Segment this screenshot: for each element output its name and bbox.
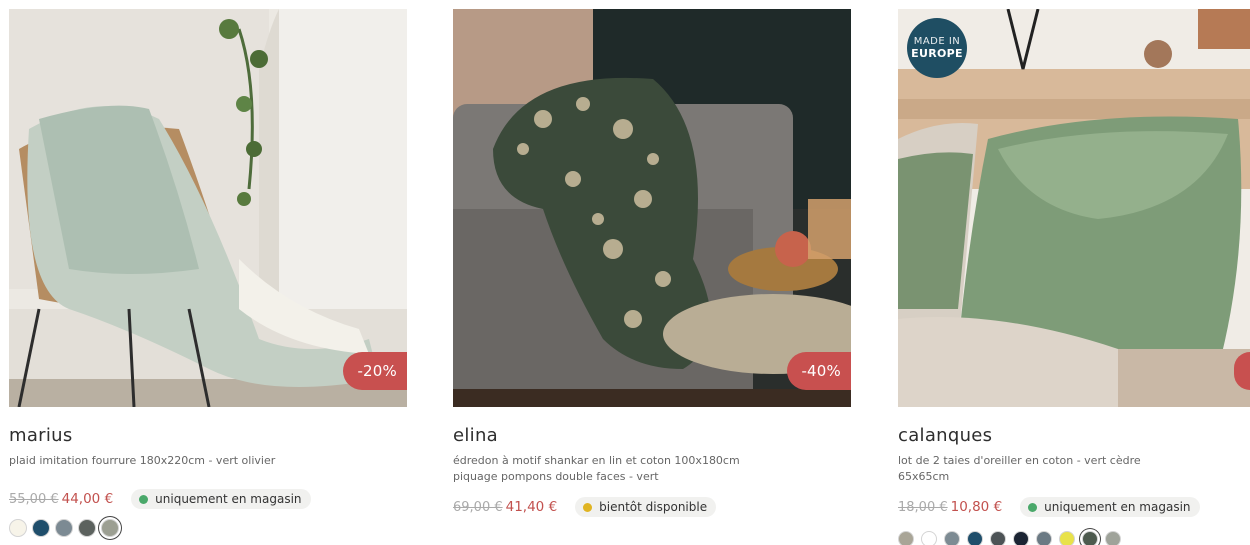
product-card-marius[interactable]: -20% marius plaid imitation fourrure 180…: [9, 9, 407, 537]
color-swatch[interactable]: [78, 519, 96, 537]
color-swatch[interactable]: [1105, 531, 1121, 545]
price-row: 69,00 € 41,40 € bientôt disponible: [453, 497, 851, 517]
color-swatch-selected[interactable]: [101, 519, 119, 537]
color-swatch[interactable]: [32, 519, 50, 537]
color-swatch[interactable]: [967, 531, 983, 545]
made-in-europe-badge: MADE IN EUROPE: [907, 18, 967, 78]
discount-badge: -40%: [787, 352, 851, 390]
product-name[interactable]: calanques: [898, 425, 1250, 446]
price-row: 55,00 € 44,00 € uniquement en magasin: [9, 489, 407, 509]
availability-label: uniquement en magasin: [1044, 500, 1191, 514]
color-swatch[interactable]: [921, 531, 937, 545]
availability-label: uniquement en magasin: [155, 492, 302, 506]
product-description-line: piquage pompons double faces - vert: [453, 470, 659, 483]
old-price: 18,00 €: [898, 499, 948, 515]
availability-label: bientôt disponible: [599, 500, 708, 514]
color-swatch[interactable]: [1013, 531, 1029, 545]
product-name[interactable]: elina: [453, 425, 851, 446]
product-description-line: 65x65cm: [898, 470, 950, 483]
color-swatch[interactable]: [9, 519, 27, 537]
color-swatches: [9, 519, 407, 537]
product-image-calanques[interactable]: MADE IN EUROPE: [898, 9, 1250, 407]
availability-badge: uniquement en magasin: [1020, 497, 1200, 517]
color-swatch[interactable]: [944, 531, 960, 545]
product-description: lot de 2 taies d'oreiller en coton - ver…: [898, 453, 1250, 485]
sale-price: 10,80 €: [950, 499, 1003, 515]
availability-dot-icon: [583, 502, 593, 512]
product-description-line: édredon à motif shankar en lin et coton …: [453, 454, 740, 467]
availability-dot-icon: [139, 494, 149, 504]
color-swatch[interactable]: [1059, 531, 1075, 545]
availability-badge: bientôt disponible: [575, 497, 717, 517]
product-name[interactable]: marius: [9, 425, 407, 446]
old-price: 69,00 €: [453, 499, 503, 515]
sale-price: 41,40 €: [505, 499, 558, 515]
color-swatch[interactable]: [990, 531, 1006, 545]
color-swatch[interactable]: [898, 531, 914, 545]
product-description-line: plaid imitation fourrure 180x220cm - ver…: [9, 454, 276, 467]
product-description: édredon à motif shankar en lin et coton …: [453, 453, 851, 485]
price-row: 18,00 € 10,80 € uniquement en magasin: [898, 497, 1250, 517]
availability-badge: uniquement en magasin: [131, 489, 311, 509]
product-image-elina[interactable]: -40%: [453, 9, 851, 407]
product-description: plaid imitation fourrure 180x220cm - ver…: [9, 453, 407, 469]
made-in-region: EUROPE: [911, 47, 963, 60]
sale-price: 44,00 €: [61, 491, 114, 507]
made-in-label: MADE IN: [913, 36, 961, 47]
old-price: 55,00 €: [9, 491, 59, 507]
product-card-elina[interactable]: -40% elina édredon à motif shankar en li…: [453, 9, 851, 517]
product-photo: [453, 9, 851, 407]
color-swatch[interactable]: [55, 519, 73, 537]
color-swatch[interactable]: [1036, 531, 1052, 545]
availability-dot-icon: [1028, 502, 1038, 512]
product-card-calanques[interactable]: MADE IN EUROPE calanques lot de 2 taies …: [898, 9, 1250, 545]
product-description-line: lot de 2 taies d'oreiller en coton - ver…: [898, 454, 1141, 467]
discount-badge: -20%: [343, 352, 407, 390]
color-swatches: [898, 531, 1250, 545]
color-swatch-selected[interactable]: [1082, 531, 1098, 545]
product-photo: [9, 9, 407, 407]
product-image-marius[interactable]: -20%: [9, 9, 407, 407]
